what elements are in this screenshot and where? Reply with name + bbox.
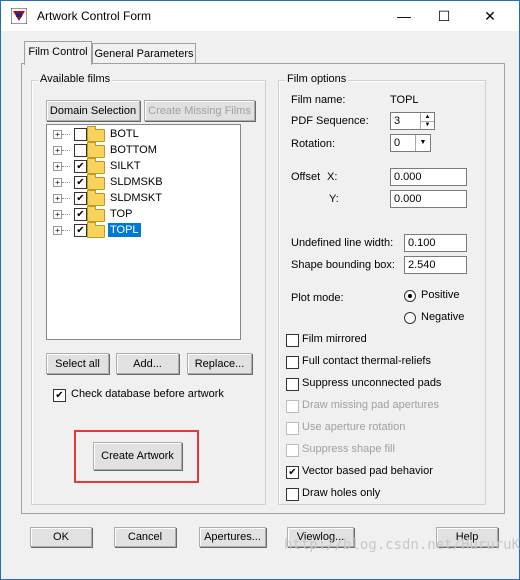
- film-label: SLDMSKB: [110, 176, 163, 188]
- domain-selection-button[interactable]: Domain Selection: [46, 100, 140, 121]
- maximize-button[interactable]: ☐: [421, 1, 467, 31]
- window-title: Artwork Control Form: [37, 9, 152, 23]
- undefined-line-width-field[interactable]: 0.100: [404, 234, 467, 252]
- vector-based-pad-behavior-label: Vector based pad behavior: [302, 465, 433, 477]
- ok-button[interactable]: OK: [30, 527, 92, 547]
- suppress-shape-fill-label: Suppress shape fill: [302, 443, 395, 455]
- use-aperture-rotation-checkbox[interactable]: [286, 422, 299, 435]
- film-checkbox[interactable]: [74, 128, 87, 141]
- offset-x-label: X:: [327, 171, 338, 183]
- title-bar[interactable]: Artwork Control Form — ☐ ✕: [1, 1, 519, 31]
- chevron-down-icon[interactable]: ▼: [415, 135, 430, 151]
- watermark: http://blog.csdn.net/HururuKun: [284, 537, 520, 553]
- expand-icon[interactable]: +: [53, 226, 62, 235]
- cancel-button[interactable]: Cancel: [114, 527, 176, 547]
- folder-icon: [87, 222, 105, 238]
- folder-icon: [87, 174, 105, 190]
- plot-mode-positive-radio[interactable]: [404, 290, 416, 302]
- film-options-legend: Film options: [285, 73, 349, 85]
- film-label: SILKT: [110, 160, 141, 172]
- pdf-sequence-label: PDF Sequence:: [291, 115, 369, 127]
- offset-y-label: Y:: [329, 193, 339, 205]
- folder-icon: [87, 206, 105, 222]
- pdf-sequence-stepper[interactable]: 3 ▲ ▼: [390, 112, 435, 130]
- offset-label: Offset: [291, 171, 321, 183]
- highlight-box: [74, 430, 199, 483]
- check-database-checkbox[interactable]: ✔: [53, 389, 66, 402]
- draw-missing-pad-apertures-label: Draw missing pad apertures: [302, 399, 439, 411]
- expand-icon[interactable]: +: [53, 130, 62, 139]
- film-checkbox[interactable]: ✔: [74, 160, 87, 173]
- expand-icon[interactable]: +: [53, 194, 62, 203]
- expand-icon[interactable]: +: [53, 146, 62, 155]
- check-database-label: Check database before artwork: [71, 388, 224, 400]
- draw-missing-pad-apertures-checkbox[interactable]: [286, 400, 299, 413]
- offset-x-field[interactable]: 0.000: [390, 168, 467, 186]
- film-checkbox[interactable]: ✔: [74, 192, 87, 205]
- film-mirrored-label: Film mirrored: [302, 333, 367, 345]
- rotation-value: 0: [394, 137, 401, 149]
- film-checkbox[interactable]: ✔: [74, 208, 87, 221]
- available-films-legend: Available films: [38, 73, 113, 85]
- draw-holes-only-checkbox[interactable]: [286, 488, 299, 501]
- expand-icon[interactable]: +: [53, 162, 62, 171]
- undefined-line-width-label: Undefined line width:: [291, 237, 394, 249]
- expand-icon[interactable]: +: [53, 178, 62, 187]
- suppress-shape-fill-checkbox[interactable]: [286, 444, 299, 457]
- suppress-unconnected-pads-checkbox[interactable]: [286, 378, 299, 391]
- film-name-label: Film name:: [291, 94, 346, 106]
- pdf-sequence-value: 3: [394, 115, 401, 127]
- expand-icon[interactable]: +: [53, 210, 62, 219]
- film-checkbox[interactable]: ✔: [74, 176, 87, 189]
- suppress-unconnected-pads-label: Suppress unconnected pads: [302, 377, 442, 389]
- apertures-button[interactable]: Apertures...: [199, 527, 266, 547]
- add-button[interactable]: Add...: [116, 353, 179, 374]
- folder-icon: [87, 126, 105, 142]
- plot-mode-label: Plot mode:: [291, 292, 344, 304]
- select-all-button[interactable]: Select all: [46, 353, 109, 374]
- tab-general-parameters[interactable]: General Parameters: [92, 43, 196, 64]
- plot-mode-positive-label: Positive: [421, 289, 460, 301]
- film-label: TOP: [110, 208, 133, 220]
- replace-button[interactable]: Replace...: [187, 353, 252, 374]
- film-label: SLDMSKT: [110, 192, 162, 204]
- draw-holes-only-label: Draw holes only: [302, 487, 381, 499]
- film-name-value: TOPL: [390, 94, 419, 106]
- create-missing-films-button[interactable]: Create Missing Films: [144, 100, 255, 121]
- film-mirrored-checkbox[interactable]: [286, 334, 299, 347]
- film-label: BOTTOM: [110, 144, 157, 156]
- film-tree[interactable]: + BOTL + BOTTOM + ✔ SILKT + ✔ SLDMSKB + …: [46, 124, 241, 340]
- full-contact-thermal-reliefs-checkbox[interactable]: [286, 356, 299, 369]
- close-button[interactable]: ✕: [467, 1, 513, 31]
- offset-y-field[interactable]: 0.000: [390, 190, 467, 208]
- app-icon: [11, 8, 27, 24]
- tab-film-control[interactable]: Film Control: [24, 41, 92, 65]
- full-contact-thermal-reliefs-label: Full contact thermal-reliefs: [302, 355, 431, 367]
- plot-mode-negative-radio[interactable]: [404, 312, 416, 324]
- film-checkbox[interactable]: ✔: [74, 224, 87, 237]
- film-label: BOTL: [110, 128, 139, 140]
- film-checkbox[interactable]: [74, 144, 87, 157]
- folder-icon: [87, 158, 105, 174]
- film-label-selected: TOPL: [108, 223, 141, 237]
- rotation-select[interactable]: 0 ▼: [390, 134, 431, 152]
- vector-based-pad-behavior-checkbox[interactable]: ✔: [286, 466, 299, 479]
- folder-icon: [87, 190, 105, 206]
- use-aperture-rotation-label: Use aperture rotation: [302, 421, 406, 433]
- shape-bounding-box-label: Shape bounding box:: [291, 259, 395, 271]
- plot-mode-negative-label: Negative: [421, 311, 465, 323]
- folder-icon: [87, 142, 105, 158]
- spin-down-icon[interactable]: ▼: [420, 121, 434, 129]
- artwork-control-window: Artwork Control Form — ☐ ✕ Film Control …: [0, 0, 520, 580]
- shape-bounding-box-field[interactable]: 2.540: [404, 256, 467, 274]
- rotation-label: Rotation:: [291, 138, 336, 150]
